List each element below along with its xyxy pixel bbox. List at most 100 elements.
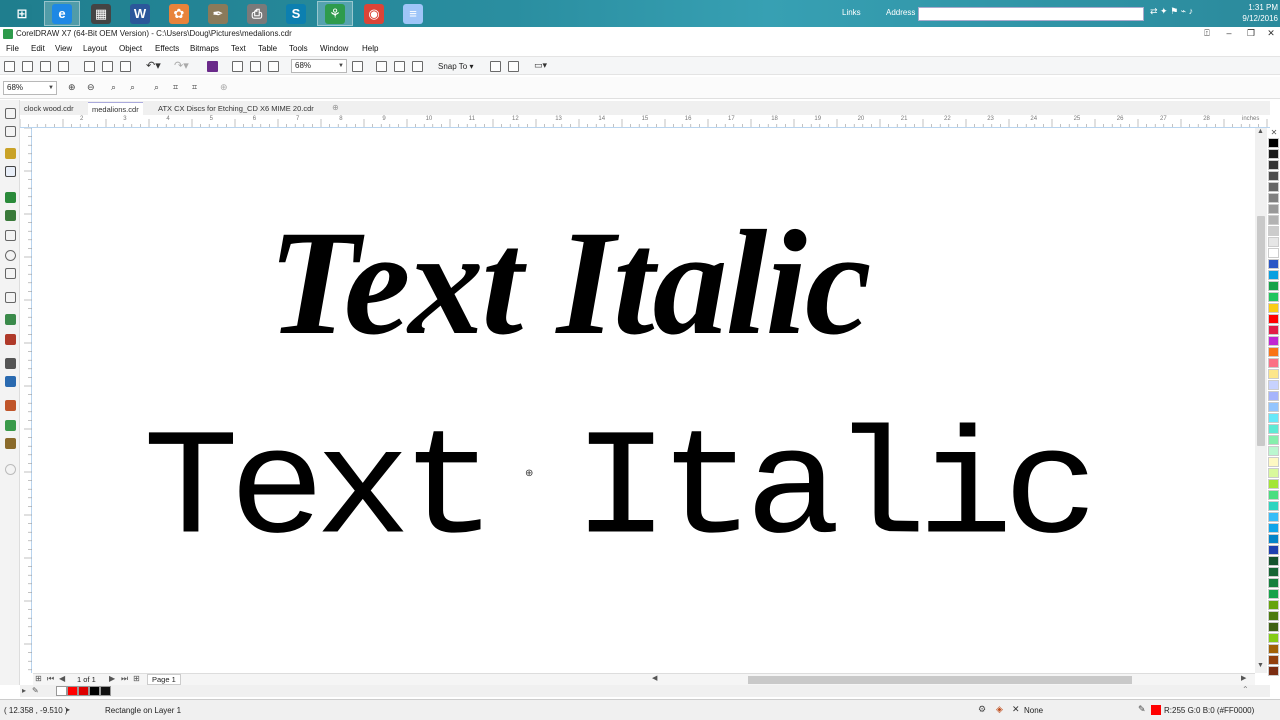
document-color-swatch[interactable] <box>78 686 89 696</box>
horizontal-scroll-thumb[interactable] <box>748 676 1132 684</box>
color-swatch[interactable] <box>1268 149 1279 159</box>
color-swatch[interactable] <box>1268 215 1279 225</box>
zoom-level-select[interactable]: 68% ▼ <box>291 59 347 73</box>
color-swatch[interactable] <box>1268 303 1279 313</box>
text-object-monospace[interactable]: Text Italic <box>143 413 1099 573</box>
first-page-icon[interactable]: ⏮ <box>47 674 54 684</box>
color-swatch[interactable] <box>1268 490 1279 500</box>
redo-icon[interactable]: ↷▾ <box>174 59 189 72</box>
document-color-swatch[interactable] <box>100 686 111 696</box>
document-color-swatch[interactable] <box>89 686 100 696</box>
zoom-page-icon[interactable]: ⌕ <box>154 82 159 93</box>
menu-table[interactable]: Table <box>258 44 277 53</box>
rectangle-tool-icon[interactable] <box>5 230 16 241</box>
shape-tool-icon[interactable] <box>5 126 16 137</box>
options-icon[interactable] <box>490 61 501 72</box>
chrome-taskbar-button[interactable]: ◉ <box>356 1 392 26</box>
snap-to-button[interactable]: Snap To ▾ <box>438 62 473 71</box>
address-input[interactable] <box>918 7 1144 21</box>
color-eyedropper-tool-icon[interactable] <box>5 400 16 411</box>
menu-tools[interactable]: Tools <box>289 44 308 53</box>
menu-file[interactable]: File <box>6 44 19 53</box>
menu-layout[interactable]: Layout <box>83 44 107 53</box>
fill-icon[interactable]: ◈ <box>996 704 1003 715</box>
document-color-settings-icon[interactable]: ⚙ <box>978 704 986 715</box>
color-swatch[interactable] <box>1268 292 1279 302</box>
color-swatch[interactable] <box>1268 611 1279 621</box>
pick-tool-icon[interactable] <box>5 108 16 119</box>
copy-icon[interactable] <box>102 61 113 72</box>
show-grid-icon[interactable] <box>394 61 405 72</box>
word-taskbar-button[interactable]: W <box>122 1 158 26</box>
crop-tool-icon[interactable] <box>5 148 16 159</box>
text-tool-icon[interactable] <box>5 292 16 303</box>
color-swatch[interactable] <box>1268 237 1279 247</box>
zoom-page-width-icon[interactable]: ⌗ <box>173 82 178 93</box>
menu-view[interactable]: View <box>55 44 72 53</box>
add-page-after-icon[interactable]: ⊞ <box>133 674 140 683</box>
color-swatch[interactable] <box>1268 347 1279 357</box>
color-swatch[interactable] <box>1268 446 1279 456</box>
polygon-tool-icon[interactable] <box>5 268 16 279</box>
zoom-selected-icon[interactable]: ⌕ <box>111 82 116 93</box>
color-swatch[interactable] <box>1268 468 1279 478</box>
minimize-button[interactable]: – <box>1218 27 1240 40</box>
maximize-button[interactable]: ❐ <box>1240 27 1262 40</box>
new-tab-icon[interactable]: ⊕ <box>332 103 339 112</box>
menu-edit[interactable]: Edit <box>31 44 45 53</box>
internet-explorer-taskbar-button[interactable]: e <box>44 1 80 26</box>
zoom-in-icon[interactable]: ⊕ <box>68 82 76 93</box>
color-swatch[interactable] <box>1268 380 1279 390</box>
s-app-taskbar-button[interactable]: S <box>278 1 314 26</box>
scroll-left-icon[interactable]: ◀ <box>652 674 657 682</box>
application-launcher-icon[interactable] <box>508 61 519 72</box>
undo-icon[interactable]: ↶▾ <box>146 59 161 72</box>
color-swatch[interactable] <box>1268 534 1279 544</box>
color-swatch[interactable] <box>1268 435 1279 445</box>
no-color-swatch[interactable]: ✕ <box>1268 128 1280 138</box>
menu-window[interactable]: Window <box>320 44 348 53</box>
horizontal-ruler[interactable]: 2 3 4 5 6 7 8 9 10 11 12 13 14 15 16 17 18 19 20 21 22 23 24 25… <box>20 115 1270 128</box>
zoom-page-height-icon[interactable]: ⌗ <box>192 82 197 93</box>
vertical-ruler[interactable] <box>20 128 32 673</box>
color-swatch[interactable] <box>1268 204 1279 214</box>
outline-pen-icon[interactable]: ✎ <box>1138 704 1146 715</box>
zoom-levels-select[interactable]: 68% ▼ <box>3 81 57 95</box>
drawing-canvas[interactable]: Text Italic Text Italic ⊕ <box>33 128 1255 673</box>
links-label[interactable]: Links <box>842 8 861 17</box>
color-swatch[interactable] <box>1268 270 1279 280</box>
color-swatch[interactable] <box>1268 171 1279 181</box>
color-swatch[interactable] <box>1268 391 1279 401</box>
color-swatch[interactable] <box>1268 182 1279 192</box>
color-swatch[interactable] <box>1268 479 1279 489</box>
show-guidelines-icon[interactable] <box>412 61 423 72</box>
printer-app-taskbar-button[interactable]: ⎙ <box>239 1 275 26</box>
scroll-right-icon[interactable]: ▶ <box>1241 674 1246 682</box>
color-swatch[interactable] <box>1268 358 1279 368</box>
view-mode-icon[interactable]: ▭▾ <box>534 60 547 71</box>
color-swatch[interactable] <box>1268 413 1279 423</box>
parallel-dimension-tool-icon[interactable] <box>5 314 16 325</box>
color-swatch[interactable] <box>1268 259 1279 269</box>
tab-medalions[interactable]: medalions.cdr <box>88 102 143 115</box>
expand-palette-icon[interactable]: ⌃ <box>1242 685 1249 694</box>
color-swatch[interactable] <box>1268 644 1279 654</box>
color-swatch[interactable] <box>1268 281 1279 291</box>
document-palette-arrow-icon[interactable]: ▸ <box>22 686 26 695</box>
color-swatch[interactable] <box>1268 578 1279 588</box>
menu-text[interactable]: Text <box>231 44 246 53</box>
previous-page-icon[interactable]: ◀ <box>59 674 65 683</box>
color-swatch[interactable] <box>1268 226 1279 236</box>
color-swatch[interactable] <box>1268 600 1279 610</box>
page-tab[interactable]: Page 1 <box>147 674 181 685</box>
export-icon[interactable] <box>250 61 261 72</box>
notepad-taskbar-button[interactable]: ≡ <box>395 1 431 26</box>
artistic-media-tool-icon[interactable] <box>5 210 16 221</box>
color-swatch[interactable] <box>1268 523 1279 533</box>
transparency-tool-icon[interactable] <box>5 376 16 387</box>
scroll-down-icon[interactable]: ▼ <box>1257 662 1264 669</box>
color-swatch[interactable] <box>1268 138 1279 148</box>
color-swatch[interactable] <box>1268 369 1279 379</box>
last-page-icon[interactable]: ⏭ <box>121 674 128 684</box>
save-icon[interactable] <box>40 61 51 72</box>
